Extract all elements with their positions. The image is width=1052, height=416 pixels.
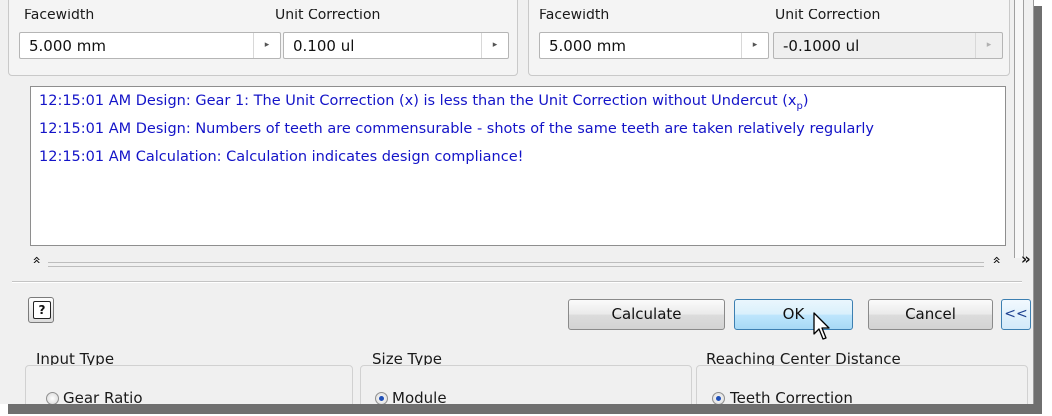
ok-button[interactable]: OK <box>734 299 853 330</box>
gear2-unit-correction-label: Unit Correction <box>775 9 881 21</box>
gear1-unit-correction-field[interactable]: 0.100 ul ▸ <box>283 32 509 59</box>
frame-shadow-right <box>1034 6 1042 410</box>
gear1-group: Facewidth Unit Correction 5.000 mm ▸ 0.1… <box>8 0 518 76</box>
gear1-unit-correction-label: Unit Correction <box>275 9 381 21</box>
module-radio[interactable] <box>375 392 388 404</box>
gear1-facewidth-field[interactable]: 5.000 mm ▸ <box>19 32 281 59</box>
log-splitter[interactable]: « « <box>28 256 1010 268</box>
frame-shadow-bottom <box>8 404 1042 414</box>
mouse-pointer-icon <box>813 312 830 340</box>
message-log[interactable]: 12:15:01 AM Design: Gear 1: The Unit Cor… <box>30 86 1006 246</box>
gear1-unit-correction-arrow-icon[interactable]: ▸ <box>481 33 508 58</box>
gear2-facewidth-value: 5.000 mm <box>549 37 626 55</box>
splitter-up-left-icon[interactable]: « <box>28 256 44 265</box>
gear2-unit-correction-field: -0.1000 ul ▸ <box>773 32 1003 59</box>
gear2-facewidth-field[interactable]: 5.000 mm ▸ <box>539 32 769 59</box>
gear-ratio-radio[interactable] <box>46 392 59 404</box>
gear1-unit-correction-value: 0.100 ul <box>293 37 355 55</box>
gear-dialog: Facewidth Unit Correction 5.000 mm ▸ 0.1… <box>0 0 1034 404</box>
gear-ratio-label[interactable]: Gear Ratio <box>63 389 143 404</box>
gear1-facewidth-value: 5.000 mm <box>29 37 106 55</box>
cancel-button[interactable]: Cancel <box>868 299 993 330</box>
help-icon: ? <box>33 301 51 319</box>
gear2-facewidth-label: Facewidth <box>539 9 610 21</box>
calculate-button[interactable]: Calculate <box>568 299 725 330</box>
splitter-up-right-icon[interactable]: « <box>988 256 1004 265</box>
teeth-correction-radio[interactable] <box>712 392 725 404</box>
gear2-facewidth-arrow-icon[interactable]: ▸ <box>741 33 768 58</box>
vertical-scrollbar[interactable] <box>1014 0 1024 258</box>
gear2-unit-correction-arrow-icon: ▸ <box>975 33 1002 58</box>
teeth-correction-label[interactable]: Teeth Correction <box>730 389 853 404</box>
collapse-button[interactable]: << <box>1001 299 1031 330</box>
message-line-2: 12:15:01 AM Design: Numbers of teeth are… <box>39 121 874 137</box>
module-label[interactable]: Module <box>392 389 447 404</box>
message-line-1: 12:15:01 AM Design: Gear 1: The Unit Cor… <box>39 93 809 112</box>
expand-icon[interactable]: » <box>1021 250 1031 268</box>
help-button[interactable]: ? <box>28 297 54 323</box>
gear1-facewidth-arrow-icon[interactable]: ▸ <box>253 33 280 58</box>
gear1-facewidth-label: Facewidth <box>24 9 95 21</box>
message-line-3: 12:15:01 AM Calculation: Calculation ind… <box>39 149 524 165</box>
gear2-group: Facewidth Unit Correction 5.000 mm ▸ -0.… <box>528 0 1010 76</box>
splitter-grip[interactable] <box>48 262 984 267</box>
gear2-unit-correction-value: -0.1000 ul <box>783 37 860 55</box>
divider <box>12 281 1022 283</box>
